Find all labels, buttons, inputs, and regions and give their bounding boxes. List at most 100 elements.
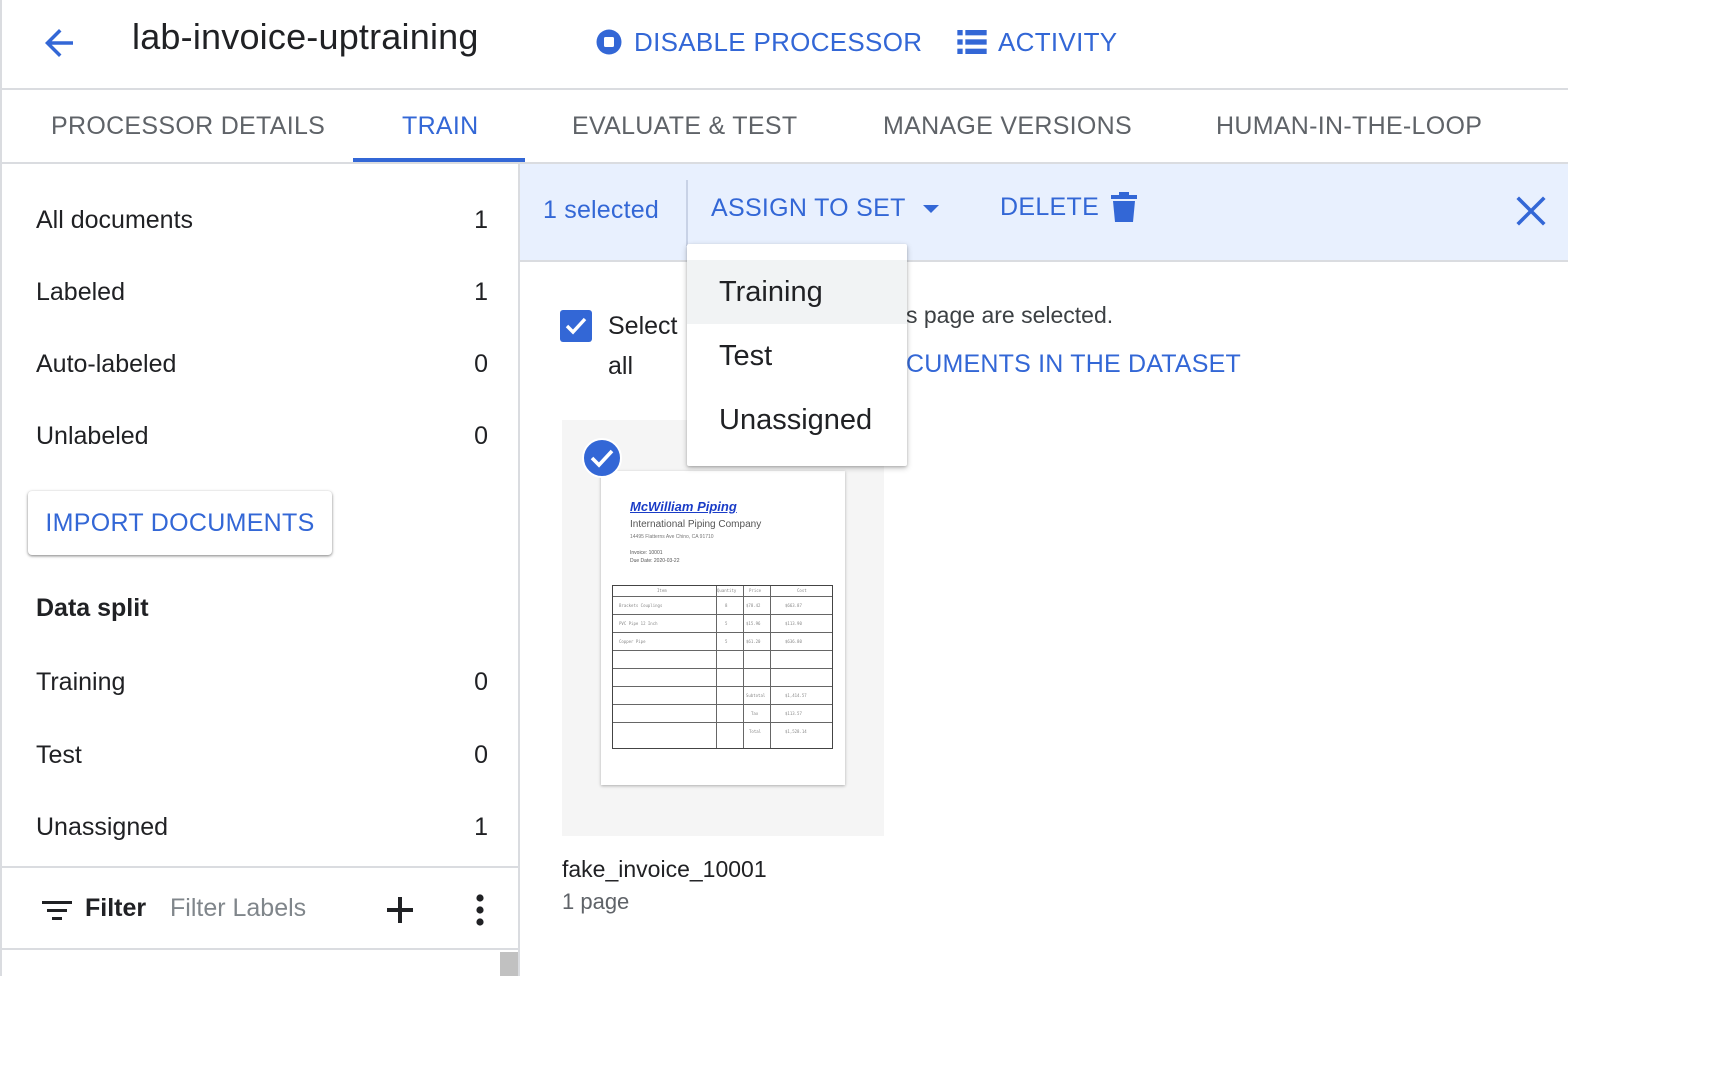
trash-icon	[1111, 192, 1138, 222]
more-vert-icon[interactable]	[470, 894, 490, 931]
sidebar-item-count: 1	[474, 277, 488, 306]
select-all-dataset-link[interactable]: CUMENTS IN THE DATASET	[906, 350, 1241, 379]
sidebar-item-count: 0	[474, 349, 488, 378]
table-header: Price	[749, 588, 762, 593]
activity-button[interactable]: ACTIVITY	[956, 22, 1117, 62]
sidebar-item-label: Auto-labeled	[36, 349, 177, 378]
disable-processor-button[interactable]: DISABLE PROCESSOR	[594, 22, 922, 62]
table-divider	[613, 704, 832, 705]
select-all-label: Select all	[608, 312, 678, 380]
table-cell: Brackets Couplings	[619, 603, 663, 608]
filter-bar: Filter	[2, 866, 520, 950]
document-selected-check-icon[interactable]	[582, 438, 622, 478]
data-split-heading: Data split	[36, 594, 149, 622]
menu-item-test[interactable]: Test	[687, 324, 907, 388]
invoice-company: McWilliam Piping	[630, 499, 737, 514]
sidebar-item-count: 0	[474, 667, 488, 696]
sidebar-item-count: 1	[474, 812, 488, 841]
add-icon[interactable]	[386, 896, 414, 929]
tab-bar: PROCESSOR DETAILS TRAIN EVALUATE & TEST …	[0, 90, 1568, 164]
app-header: lab-invoice-uptraining DISABLE PROCESSOR…	[0, 0, 1568, 90]
table-cell: 5	[725, 639, 728, 644]
sidebar-item-label: All documents	[36, 205, 194, 234]
filter-icon[interactable]	[42, 900, 72, 927]
table-divider	[613, 614, 832, 615]
table-cell: Total	[749, 729, 762, 734]
menu-item-training[interactable]: Training	[687, 260, 907, 324]
close-icon[interactable]	[1516, 196, 1546, 231]
sidebar-item-all-documents[interactable]: All documents 1	[36, 200, 488, 240]
disable-processor-label: DISABLE PROCESSOR	[634, 26, 923, 57]
back-arrow-icon[interactable]	[38, 22, 80, 64]
table-cell: Tax	[751, 711, 759, 716]
table-divider	[613, 686, 832, 687]
sidebar-item-unlabeled[interactable]: Unlabeled 0	[36, 416, 488, 456]
filter-labels-input[interactable]	[170, 890, 360, 926]
invoice-due-date: Due Date: 2020-03-22	[630, 558, 680, 564]
invoice-table: Item Quantity Price Cost Brackets Coupli…	[612, 585, 833, 749]
sidebar-item-test[interactable]: Test 0	[36, 735, 488, 775]
selected-count: 1 selected	[543, 196, 659, 224]
table-cell: Subtotal	[746, 693, 766, 698]
dropdown-arrow-icon	[922, 204, 939, 213]
activity-label: ACTIVITY	[998, 26, 1118, 57]
table-cell: $1,414.57	[785, 693, 807, 698]
table-divider	[743, 586, 744, 748]
list-icon	[957, 30, 987, 54]
delete-button[interactable]: DELETE	[1000, 192, 1138, 222]
select-all-checkbox[interactable]	[560, 310, 592, 342]
sidebar-item-labeled[interactable]: Labeled 1	[36, 272, 488, 312]
document-name: fake_invoice_10001	[562, 856, 767, 882]
active-tab-indicator	[353, 158, 525, 162]
table-divider	[770, 586, 771, 748]
sidebar-item-unassigned[interactable]: Unassigned 1	[36, 807, 488, 847]
table-divider	[716, 586, 717, 748]
selection-action-bar: 1 selected ASSIGN TO SET DELETE	[520, 164, 1568, 262]
document-card[interactable]: McWilliam Piping International Piping Co…	[562, 420, 884, 836]
table-cell: $15.96	[746, 621, 761, 626]
tab-evaluate-test[interactable]: EVALUATE & TEST	[572, 90, 797, 162]
table-cell: 8	[725, 603, 728, 608]
sidebar: All documents 1 Labeled 1 Auto-labeled 0…	[0, 164, 520, 976]
page-selected-text: s page are selected.	[906, 302, 1114, 328]
page-title: lab-invoice-uptraining	[132, 16, 479, 57]
table-cell: $113.57	[785, 711, 802, 716]
table-divider	[613, 650, 832, 651]
stop-circle-icon	[596, 29, 622, 55]
table-cell: $113.90	[785, 621, 802, 626]
invoice-address: 14495 Flatterns Ave Chino, CA 91710	[630, 534, 714, 540]
tab-human-in-the-loop[interactable]: HUMAN-IN-THE-LOOP	[1216, 90, 1482, 162]
sidebar-item-auto-labeled[interactable]: Auto-labeled 0	[36, 344, 488, 384]
sidebar-item-label: Unlabeled	[36, 421, 149, 450]
import-documents-button[interactable]: IMPORT DOCUMENTS	[28, 491, 332, 555]
sidebar-item-label: Training	[36, 667, 126, 696]
table-divider	[613, 722, 832, 723]
tab-train[interactable]: TRAIN	[402, 90, 479, 162]
document-thumbnail: McWilliam Piping International Piping Co…	[601, 471, 845, 785]
table-header: Item	[657, 588, 667, 593]
table-divider	[613, 668, 832, 669]
table-divider	[613, 632, 832, 633]
menu-item-unassigned[interactable]: Unassigned	[687, 388, 907, 452]
table-cell: $663.87	[785, 603, 802, 608]
table-cell: Copper Pipe	[619, 639, 646, 644]
assign-to-set-button[interactable]: ASSIGN TO SET	[711, 194, 940, 223]
table-divider	[613, 596, 832, 597]
checkmark-icon	[565, 317, 587, 335]
table-header: Cost	[797, 588, 807, 593]
sidebar-item-label: Labeled	[36, 277, 125, 306]
tab-processor-details[interactable]: PROCESSOR DETAILS	[51, 90, 325, 162]
delete-label: DELETE	[1000, 192, 1100, 221]
table-cell: $1,528.14	[785, 729, 807, 734]
sidebar-item-training[interactable]: Training 0	[36, 662, 488, 702]
filter-label: Filter	[85, 894, 147, 922]
invoice-subtitle: International Piping Company	[630, 519, 762, 530]
sidebar-scrollbar[interactable]	[500, 952, 518, 976]
table-cell: $61.20	[746, 639, 761, 644]
table-cell: $78.42	[746, 603, 761, 608]
sidebar-item-count: 0	[474, 740, 488, 769]
tab-manage-versions[interactable]: MANAGE VERSIONS	[883, 90, 1132, 162]
assign-to-set-label: ASSIGN TO SET	[711, 194, 906, 222]
table-cell: $636.80	[785, 639, 802, 644]
invoice-meta: Invoice: 10001 Due Date: 2020-03-22	[630, 549, 679, 565]
